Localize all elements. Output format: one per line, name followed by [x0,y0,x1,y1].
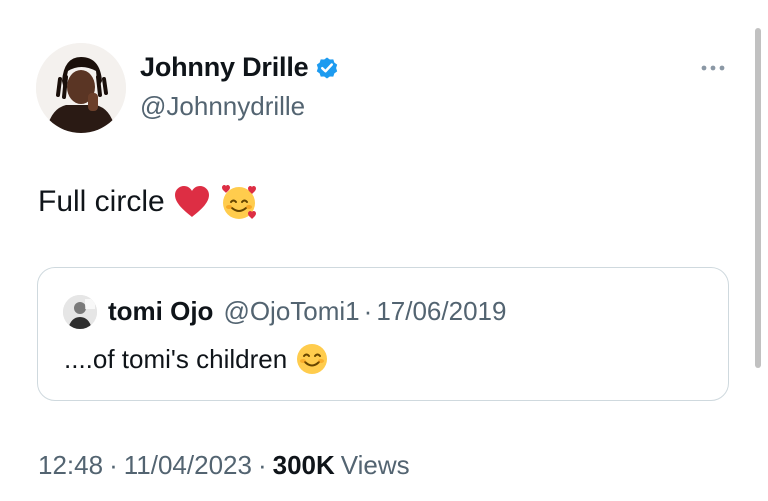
red-heart-icon [173,185,211,219]
views-count[interactable]: 300K [273,450,335,481]
smiling-face-with-hearts-icon [219,182,259,222]
more-options-icon[interactable] [696,58,730,78]
quoted-tweet-text: ....of tomi's children [64,342,329,376]
scrollbar-thumb[interactable] [755,28,761,368]
meta-separator: · [257,450,267,480]
author-name[interactable]: Johnny Drille [140,52,309,83]
views-label: Views [340,450,410,480]
quoted-tweet-date[interactable]: 17/06/2019 [376,296,506,327]
quoted-author-name[interactable]: tomi Ojo [108,296,213,327]
tweet-date[interactable]: 11/04/2023 [124,450,252,481]
tweet-text: Full circle [38,182,259,222]
quoted-separator: · [363,296,373,326]
tweet-metadata: 12:48 · 11/04/2023 · 300K Views [38,450,410,481]
quoted-author-handle[interactable]: @OjoTomi1 [223,296,359,327]
verified-badge-icon [314,55,340,81]
quoted-tweet-card[interactable]: tomi Ojo @OjoTomi1 · 17/06/2019 ....of t… [37,267,729,401]
author-avatar[interactable] [36,43,126,133]
tweet-body: Full circle [38,185,165,218]
scrollbar[interactable] [752,28,764,498]
meta-separator: · [109,450,118,480]
tweet-time[interactable]: 12:48 [38,450,103,481]
quoted-tweet-header: tomi Ojo @OjoTomi1 · 17/06/2019 [108,296,506,327]
smiling-face-with-smiling-eyes-icon [295,342,329,376]
author-handle[interactable]: @Johnnydrille [140,91,305,122]
quoted-author-avatar[interactable] [63,295,97,329]
author-name-row[interactable]: Johnny Drille [140,52,340,83]
quoted-tweet-body: ....of tomi's children [64,343,288,374]
